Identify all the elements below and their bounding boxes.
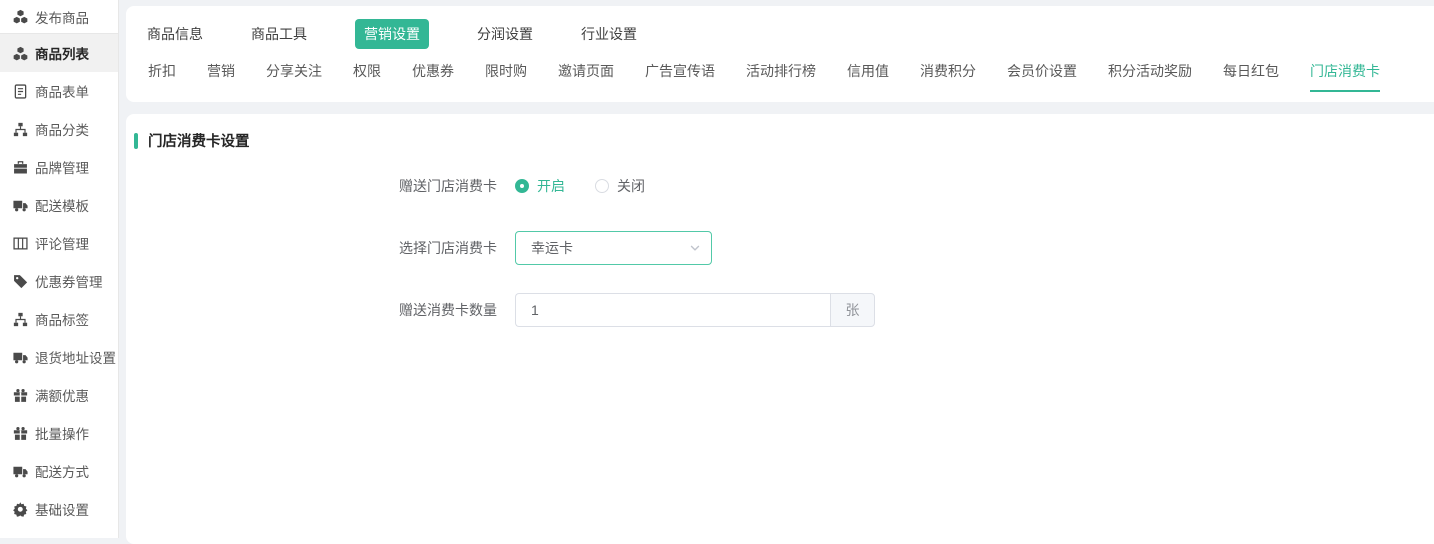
quantity-input-group: 张: [515, 293, 875, 327]
store-card-form: 赠送门店消费卡 开启 关闭 选择门店消费卡 幸运卡 赠送消费卡数量: [134, 169, 1434, 327]
subtab-invite-page[interactable]: 邀请页面: [558, 61, 614, 92]
quantity-row: 赠送消费卡数量 张: [134, 293, 1434, 327]
subtab-points-rewards[interactable]: 积分活动奖励: [1108, 61, 1192, 92]
gift-icon: [13, 388, 28, 403]
sidebar-item-delivery-method[interactable]: 配送方式: [0, 452, 118, 490]
truck-icon: [13, 350, 28, 365]
radio-on-circle[interactable]: [515, 179, 529, 193]
briefcase-icon: [13, 160, 28, 175]
tab-profit-settings[interactable]: 分润设置: [477, 19, 533, 49]
subtab-credit-value[interactable]: 信用值: [847, 61, 889, 92]
section-accent-bar: [134, 133, 138, 149]
sidebar-item-label: 评论管理: [35, 233, 89, 253]
gift-card-label: 赠送门店消费卡: [134, 176, 515, 196]
tabs-card: 商品信息 商品工具 营销设置 分润设置 行业设置 折扣 营销 分享关注 权限 优…: [126, 6, 1434, 102]
sitemap-icon: [13, 122, 28, 137]
sidebar-item-batch-operations[interactable]: 批量操作: [0, 414, 118, 452]
radio-off-circle[interactable]: [595, 179, 609, 193]
sidebar-item-label: 优惠券管理: [35, 271, 103, 291]
sidebar-item-label: 满额优惠: [35, 385, 89, 405]
sitemap-icon: [13, 312, 28, 327]
sidebar-item-label: 退货地址设置: [35, 347, 116, 367]
sidebar-item-label: 配送方式: [35, 461, 89, 481]
sidebar-item-label: 批量操作: [35, 423, 89, 443]
content-card: 门店消费卡设置 赠送门店消费卡 开启 关闭 选择门店消费卡 幸运卡: [126, 114, 1434, 544]
subtab-ad-slogan[interactable]: 广告宣传语: [645, 61, 715, 92]
subtab-discount[interactable]: 折扣: [148, 61, 176, 92]
radio-off-label: 关闭: [617, 176, 645, 196]
gift-card-radio-group: 开启 关闭: [515, 176, 645, 196]
cubes-icon: [13, 46, 28, 61]
section-title: 门店消费卡设置: [148, 130, 250, 151]
store-card-select[interactable]: 幸运卡: [515, 231, 712, 265]
tab-marketing-settings[interactable]: 营销设置: [355, 19, 429, 49]
quantity-unit-addon: 张: [830, 293, 875, 327]
truck-icon: [13, 464, 28, 479]
subtab-coupon[interactable]: 优惠券: [412, 61, 454, 92]
sidebar-item-comment-management[interactable]: 评论管理: [0, 224, 118, 262]
sidebar: 发布商品 商品列表 商品表单 商品分类 品牌管理 配送模板 评论管理 优惠券管理…: [0, 0, 119, 538]
sidebar-item-label: 商品分类: [35, 119, 89, 139]
subtab-store-card[interactable]: 门店消费卡: [1310, 61, 1380, 92]
tab-product-tools[interactable]: 商品工具: [251, 19, 307, 49]
sidebar-item-publish-product[interactable]: 发布商品: [0, 0, 118, 33]
gift-icon: [13, 426, 28, 441]
radio-on-label: 开启: [537, 176, 565, 196]
sidebar-item-label: 商品列表: [35, 43, 89, 63]
sidebar-item-label: 基础设置: [35, 499, 89, 519]
sidebar-item-label: 配送模板: [35, 195, 89, 215]
tab-industry-settings[interactable]: 行业设置: [581, 19, 637, 49]
tag-icon: [13, 274, 28, 289]
chevron-down-icon: [689, 242, 701, 254]
select-value: 幸运卡: [531, 238, 573, 258]
subtab-member-price[interactable]: 会员价设置: [1007, 61, 1077, 92]
sidebar-item-product-tags[interactable]: 商品标签: [0, 300, 118, 338]
document-icon: [13, 84, 28, 99]
subtab-consumption-points[interactable]: 消费积分: [920, 61, 976, 92]
gift-card-row: 赠送门店消费卡 开启 关闭: [134, 169, 1434, 203]
sidebar-item-label: 发布商品: [35, 7, 89, 27]
gear-icon: [13, 502, 28, 517]
sidebar-item-label: 商品表单: [35, 81, 89, 101]
select-card-row: 选择门店消费卡 幸运卡: [134, 231, 1434, 265]
tab-product-info[interactable]: 商品信息: [147, 19, 203, 49]
subtab-activity-ranking[interactable]: 活动排行榜: [746, 61, 816, 92]
sidebar-item-delivery-template[interactable]: 配送模板: [0, 186, 118, 224]
sidebar-item-full-discount[interactable]: 满额优惠: [0, 376, 118, 414]
sidebar-item-label: 商品标签: [35, 309, 89, 329]
subtab-marketing[interactable]: 营销: [207, 61, 235, 92]
quantity-input[interactable]: [515, 293, 830, 327]
section-header: 门店消费卡设置: [134, 130, 1434, 151]
sidebar-item-product-category[interactable]: 商品分类: [0, 110, 118, 148]
subtab-daily-red-packet[interactable]: 每日红包: [1223, 61, 1279, 92]
sidebar-item-coupon-management[interactable]: 优惠券管理: [0, 262, 118, 300]
subtab-permissions[interactable]: 权限: [353, 61, 381, 92]
radio-option-on[interactable]: 开启: [515, 176, 565, 196]
truck-icon: [13, 198, 28, 213]
radio-option-off[interactable]: 关闭: [595, 176, 645, 196]
sidebar-item-label: 品牌管理: [35, 157, 89, 177]
sidebar-item-brand-management[interactable]: 品牌管理: [0, 148, 118, 186]
subtab-flash-sale[interactable]: 限时购: [485, 61, 527, 92]
columns-icon: [13, 236, 28, 251]
sidebar-item-basic-settings[interactable]: 基础设置: [0, 490, 118, 528]
primary-tab-bar: 商品信息 商品工具 营销设置 分润设置 行业设置: [126, 6, 1434, 50]
sidebar-item-product-form[interactable]: 商品表单: [0, 72, 118, 110]
quantity-label: 赠送消费卡数量: [134, 300, 515, 320]
select-card-label: 选择门店消费卡: [134, 238, 515, 258]
secondary-tab-bar: 折扣 营销 分享关注 权限 优惠券 限时购 邀请页面 广告宣传语 活动排行榜 信…: [126, 61, 1434, 92]
cubes-icon: [13, 9, 28, 24]
sidebar-item-product-list[interactable]: 商品列表: [0, 34, 118, 72]
sidebar-item-return-address[interactable]: 退货地址设置: [0, 338, 118, 376]
subtab-share-follow[interactable]: 分享关注: [266, 61, 322, 92]
